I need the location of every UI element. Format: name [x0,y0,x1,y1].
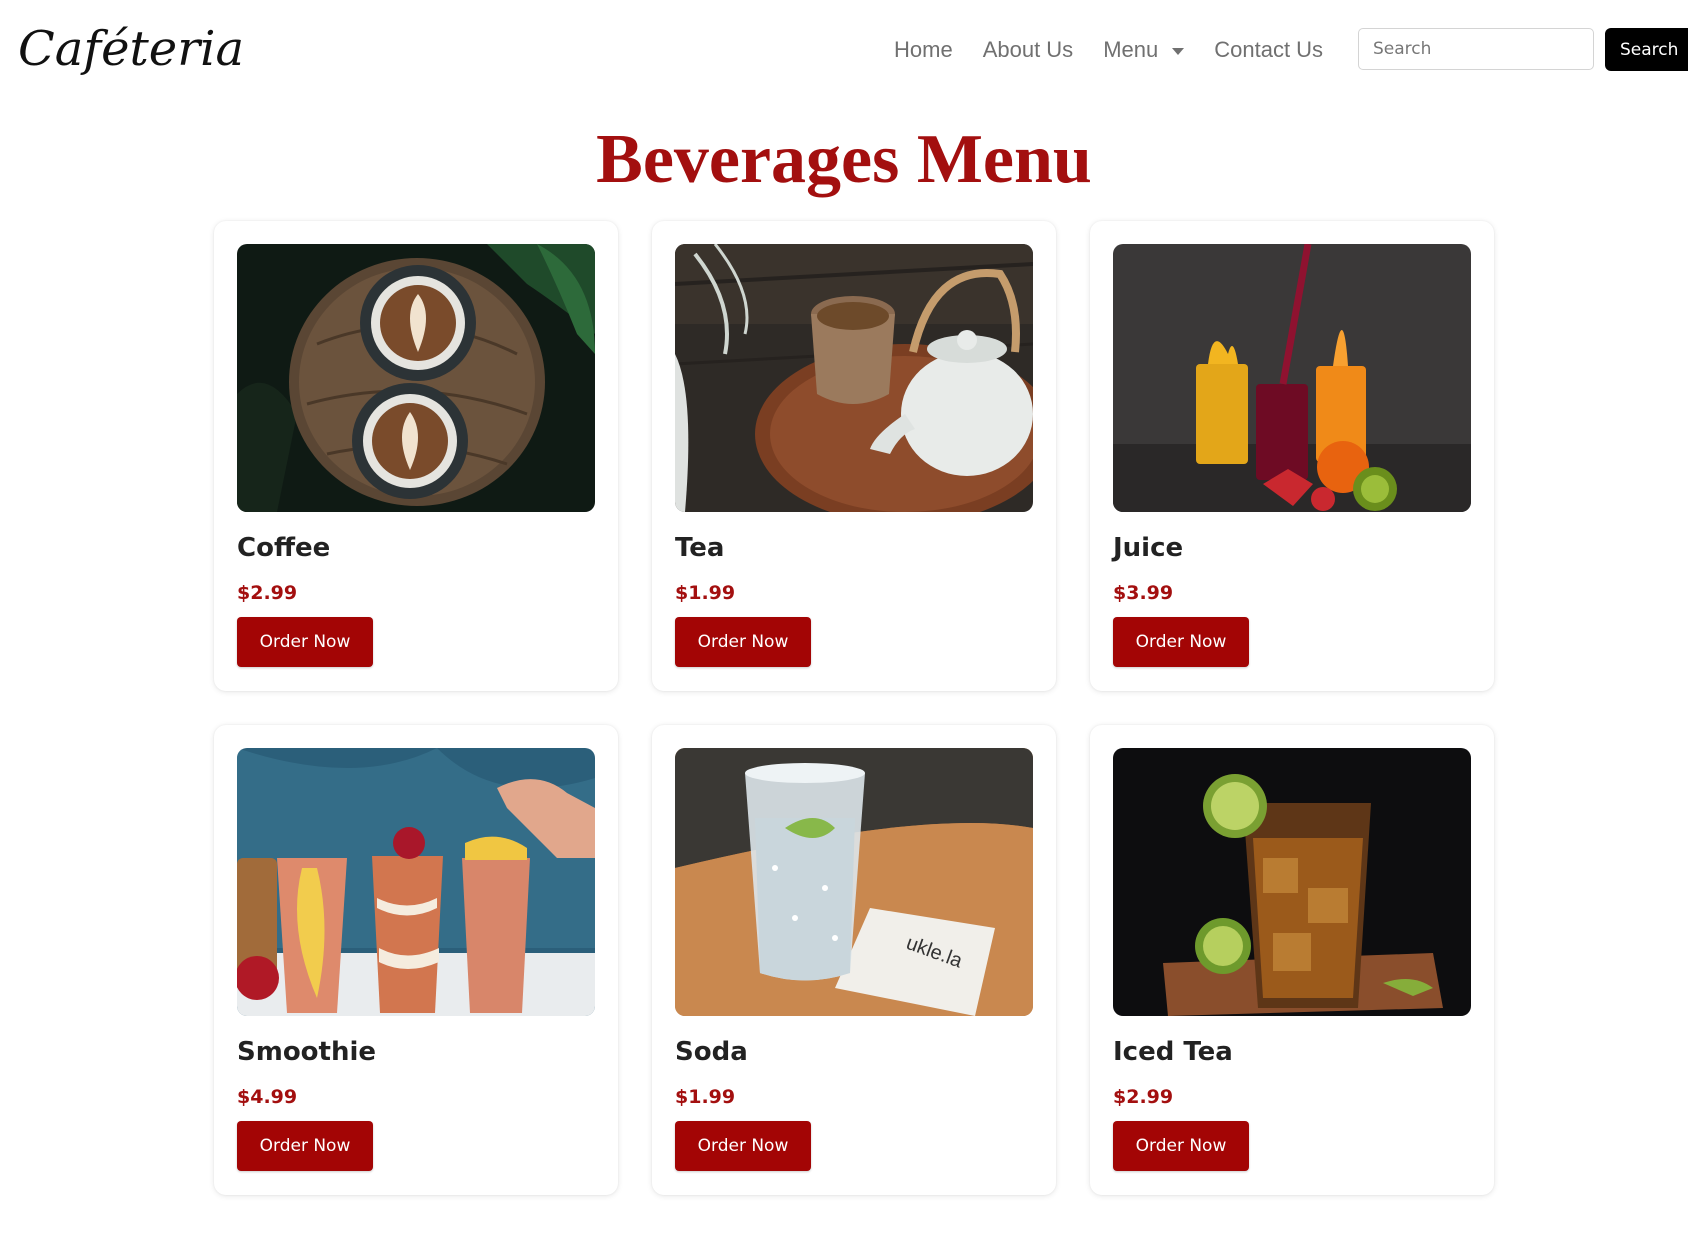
tea-image [675,244,1033,512]
item-price: $1.99 [675,1086,736,1108]
order-now-button-iced-tea[interactable]: Order Now [1113,1121,1249,1171]
menu-card-soda: ukle.la Soda $1.99 Order Now [652,725,1056,1195]
order-now-button-juice[interactable]: Order Now [1113,617,1249,667]
nav-link-about-us[interactable]: About Us [983,37,1074,63]
item-price: $2.99 [237,582,298,604]
page-title: Beverages Menu [596,121,1092,198]
smoothie-image [237,748,595,1016]
item-name: Tea [675,533,725,563]
menu-card-smoothie: Smoothie $4.99 Order Now [214,725,618,1195]
nav-dropdown-menu-label: Menu [1103,37,1159,62]
menu-card-iced-tea: Iced Tea $2.99 Order Now [1090,725,1494,1195]
search-button[interactable]: Search [1605,28,1688,71]
brand-logo[interactable]: Caféteria [18,14,244,84]
order-now-button-smoothie[interactable]: Order Now [237,1121,373,1171]
search-input[interactable] [1358,28,1594,70]
item-name: Soda [675,1037,748,1067]
item-price: $1.99 [675,582,736,604]
iced-tea-image [1113,748,1471,1016]
item-name: Iced Tea [1113,1037,1233,1067]
nav-dropdown-menu[interactable]: Menu [1103,37,1185,63]
nav-links: Home About Us Menu Contact Us [894,30,1353,70]
coffee-image [237,244,595,512]
chevron-down-icon [1172,47,1185,55]
item-name: Coffee [237,533,331,563]
nav-link-contact-us[interactable]: Contact Us [1214,37,1323,63]
item-price: $2.99 [1113,1086,1174,1108]
nav-link-home[interactable]: Home [894,37,953,63]
item-price: $3.99 [1113,582,1174,604]
order-now-button-tea[interactable]: Order Now [675,617,811,667]
order-now-button-soda[interactable]: Order Now [675,1121,811,1171]
item-name: Smoothie [237,1037,377,1067]
item-name: Juice [1113,533,1184,563]
menu-card-juice: Juice $3.99 Order Now [1090,221,1494,691]
item-price: $4.99 [237,1086,298,1108]
navbar: Caféteria Home About Us Menu Contact Us … [0,0,1688,100]
juice-image [1113,244,1471,512]
menu-card-tea: Tea $1.99 Order Now [652,221,1056,691]
soda-image: ukle.la [675,748,1033,1016]
order-now-button-coffee[interactable]: Order Now [237,617,373,667]
menu-card-coffee: Coffee $2.99 Order Now [214,221,618,691]
